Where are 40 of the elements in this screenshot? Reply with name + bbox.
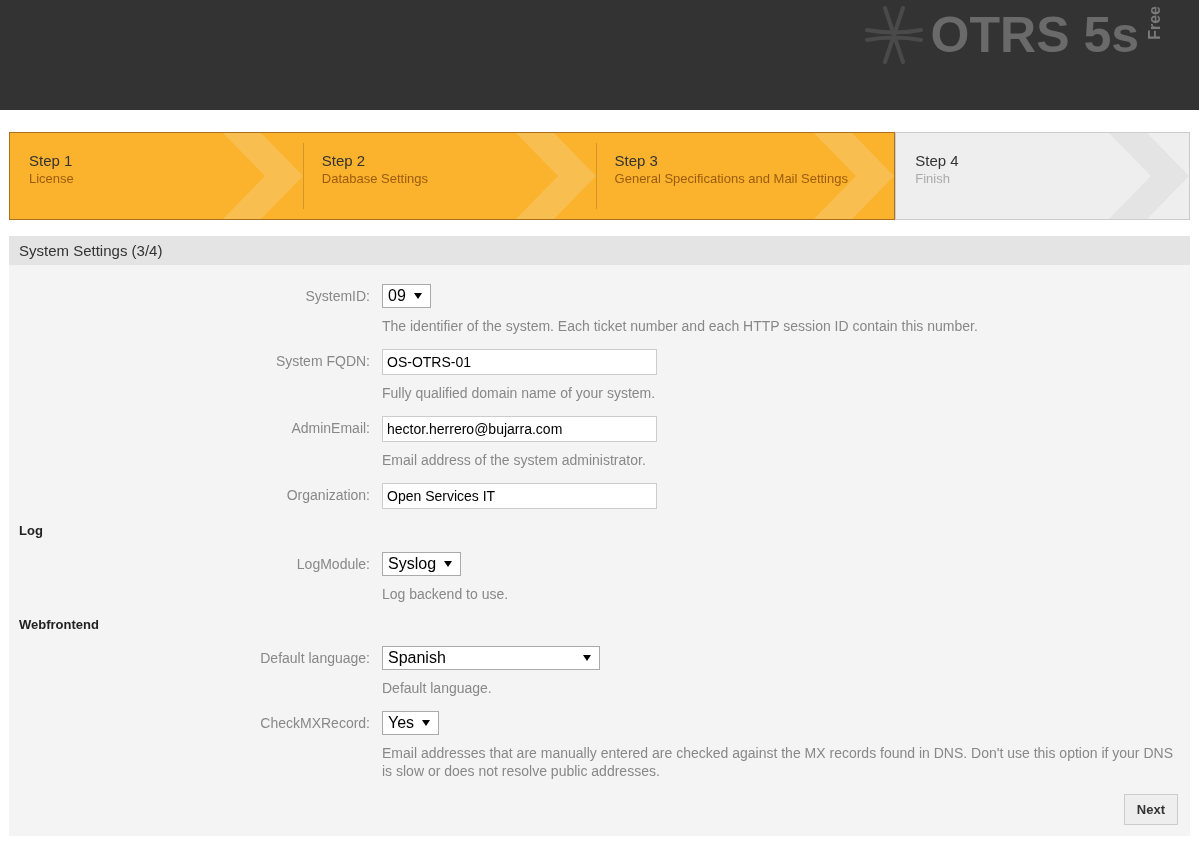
caret-icon bbox=[444, 561, 453, 567]
help-text: Email addresses that are manually entered are checked against the MX records found in DNS. Don't use this option if your DNS is slow or does not resolve public addresses. bbox=[382, 744, 1174, 780]
step-title: Step 4 bbox=[915, 152, 960, 170]
help-text: Log backend to use. bbox=[382, 585, 509, 603]
step-subtitle: Finish bbox=[915, 170, 951, 188]
step-title: Step 1 bbox=[29, 152, 74, 170]
panel-title: System Settings (3/4) bbox=[9, 236, 1190, 265]
step-subtitle: License bbox=[29, 170, 75, 188]
chevron-arrow-icon bbox=[515, 133, 596, 219]
input-field[interactable]: OS-OTRS-01 bbox=[382, 349, 657, 375]
step-subtitle: Database Settings bbox=[321, 170, 429, 188]
dropdown[interactable]: Spanish bbox=[382, 646, 600, 670]
help-text: Fully qualified domain name of your system. bbox=[382, 384, 656, 402]
step-subtitle: General Specifications and Mail Settings bbox=[614, 170, 849, 188]
caret-icon bbox=[422, 720, 431, 726]
step-title: Step 2 bbox=[321, 152, 367, 170]
field-label: Organization: bbox=[286, 486, 370, 504]
field-label: SystemID: bbox=[305, 287, 370, 305]
asterisk-logo-icon bbox=[864, 6, 923, 64]
help-text: Default language. bbox=[382, 679, 492, 697]
field-label: AdminEmail: bbox=[291, 419, 370, 437]
input-field[interactable]: hector.herrero@bujarra.com bbox=[382, 416, 657, 442]
input-field[interactable]: Open Services IT bbox=[382, 483, 657, 509]
dropdown[interactable]: 09 bbox=[382, 284, 431, 308]
caret-icon bbox=[583, 655, 591, 661]
chevron-arrow-icon bbox=[222, 133, 303, 219]
dropdown[interactable]: Yes bbox=[382, 711, 440, 735]
step-title: Step 3 bbox=[614, 152, 659, 170]
dropdown[interactable]: Syslog bbox=[382, 552, 462, 576]
field-label: CheckMXRecord: bbox=[260, 714, 370, 732]
field-label: System FQDN: bbox=[275, 352, 370, 370]
edition-label: Free bbox=[1147, 6, 1163, 40]
field-label: LogModule: bbox=[296, 555, 370, 573]
help-text: The identifier of the system. Each ticket number and each HTTP session ID contain this number. bbox=[382, 317, 978, 335]
section-heading: Webfrontend bbox=[18, 617, 100, 633]
help-text: Email address of the system administrator. bbox=[382, 451, 646, 469]
caret-icon bbox=[413, 293, 422, 299]
next-button[interactable]: Next bbox=[1123, 794, 1178, 825]
field-label: Default language: bbox=[260, 649, 370, 667]
section-heading: Log bbox=[18, 523, 44, 539]
